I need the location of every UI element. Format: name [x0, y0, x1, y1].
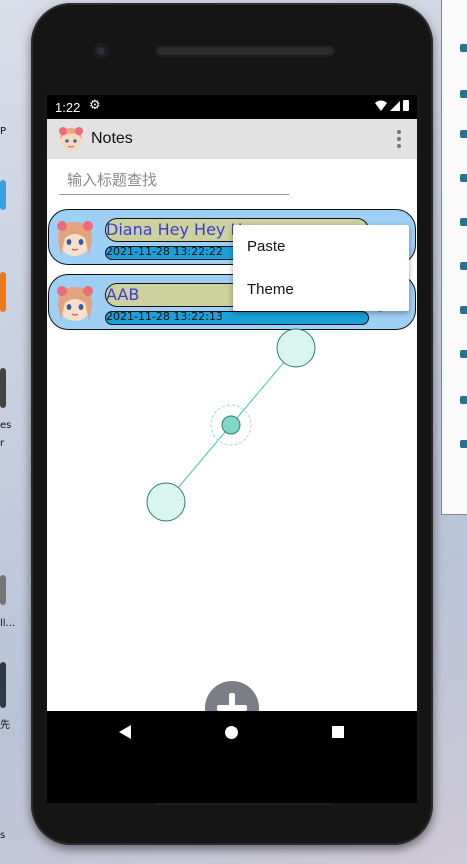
gear-icon: ⚙	[89, 98, 101, 113]
app-bar: Notes	[47, 119, 417, 159]
desktop-app-icon[interactable]	[0, 575, 6, 605]
recents-square-icon[interactable]	[332, 726, 344, 738]
toolbar-home-icon[interactable]	[460, 396, 467, 404]
desktop-label: 先	[0, 720, 10, 731]
anime-girl-avatar-icon	[57, 221, 93, 256]
menu-item-paste[interactable]: Paste	[233, 225, 409, 268]
toolbar-overview-icon[interactable]	[460, 440, 467, 448]
desktop-label: r	[0, 438, 5, 449]
overflow-menu: Paste Theme	[233, 225, 409, 311]
toolbar-rotate-right-icon[interactable]	[460, 218, 467, 226]
desktop-label: es	[0, 420, 12, 431]
desktop-label: ll...	[0, 618, 16, 629]
toolbar-power-icon[interactable]	[460, 44, 467, 52]
phone-screen: 1:22 ⚙ Notes 输入标题查找 Diana Hey Hey Hey 20…	[47, 95, 417, 803]
gesture-touch-point	[146, 482, 186, 522]
toolbar-volume-icon[interactable]	[460, 90, 467, 98]
gesture-center-ring	[210, 404, 252, 446]
toolbar-back-icon[interactable]	[460, 350, 467, 358]
notes-content: Diana Hey Hey Hey 2021-11-28 13:22:22 AA…	[47, 159, 417, 735]
menu-item-theme[interactable]: Theme	[233, 268, 409, 311]
gesture-center-dot	[221, 415, 241, 435]
more-vert-icon[interactable]	[391, 127, 407, 151]
gesture-touch-point	[276, 328, 316, 368]
app-title: Notes	[91, 130, 133, 147]
status-time: 1:22	[55, 100, 81, 115]
signal-icon	[390, 100, 400, 111]
gesture-line	[165, 347, 297, 503]
desktop-app-icon[interactable]	[0, 180, 6, 210]
desktop-app-icon[interactable]	[0, 368, 6, 408]
status-bar: 1:22 ⚙	[47, 95, 417, 119]
wifi-icon	[375, 100, 387, 111]
note-date: 2021-11-28 13:22:13	[105, 311, 369, 325]
toolbar-camera-icon[interactable]	[460, 262, 467, 270]
front-camera	[93, 43, 109, 59]
top-speaker	[155, 45, 335, 57]
desktop-app-icon[interactable]	[0, 662, 6, 708]
desktop-label: P	[0, 126, 7, 137]
phone-frame: 1:22 ⚙ Notes 输入标题查找 Diana Hey Hey Hey 20…	[31, 3, 433, 845]
status-icons	[375, 100, 409, 111]
anime-girl-avatar-icon	[59, 127, 83, 151]
anime-girl-avatar-icon	[57, 286, 93, 321]
back-triangle-icon[interactable]	[119, 725, 131, 739]
battery-icon	[403, 100, 409, 111]
navigation-bar	[47, 711, 417, 755]
desktop-label: s	[0, 830, 6, 841]
toolbar-volume-down-icon[interactable]	[460, 130, 467, 138]
toolbar-zoom-icon[interactable]	[460, 306, 467, 314]
emulator-side-toolbar	[441, 0, 467, 515]
search-input[interactable]	[59, 165, 289, 195]
toolbar-rotate-icon[interactable]	[460, 174, 467, 182]
home-circle-icon[interactable]	[225, 726, 238, 739]
desktop-app-icon[interactable]	[0, 272, 6, 312]
